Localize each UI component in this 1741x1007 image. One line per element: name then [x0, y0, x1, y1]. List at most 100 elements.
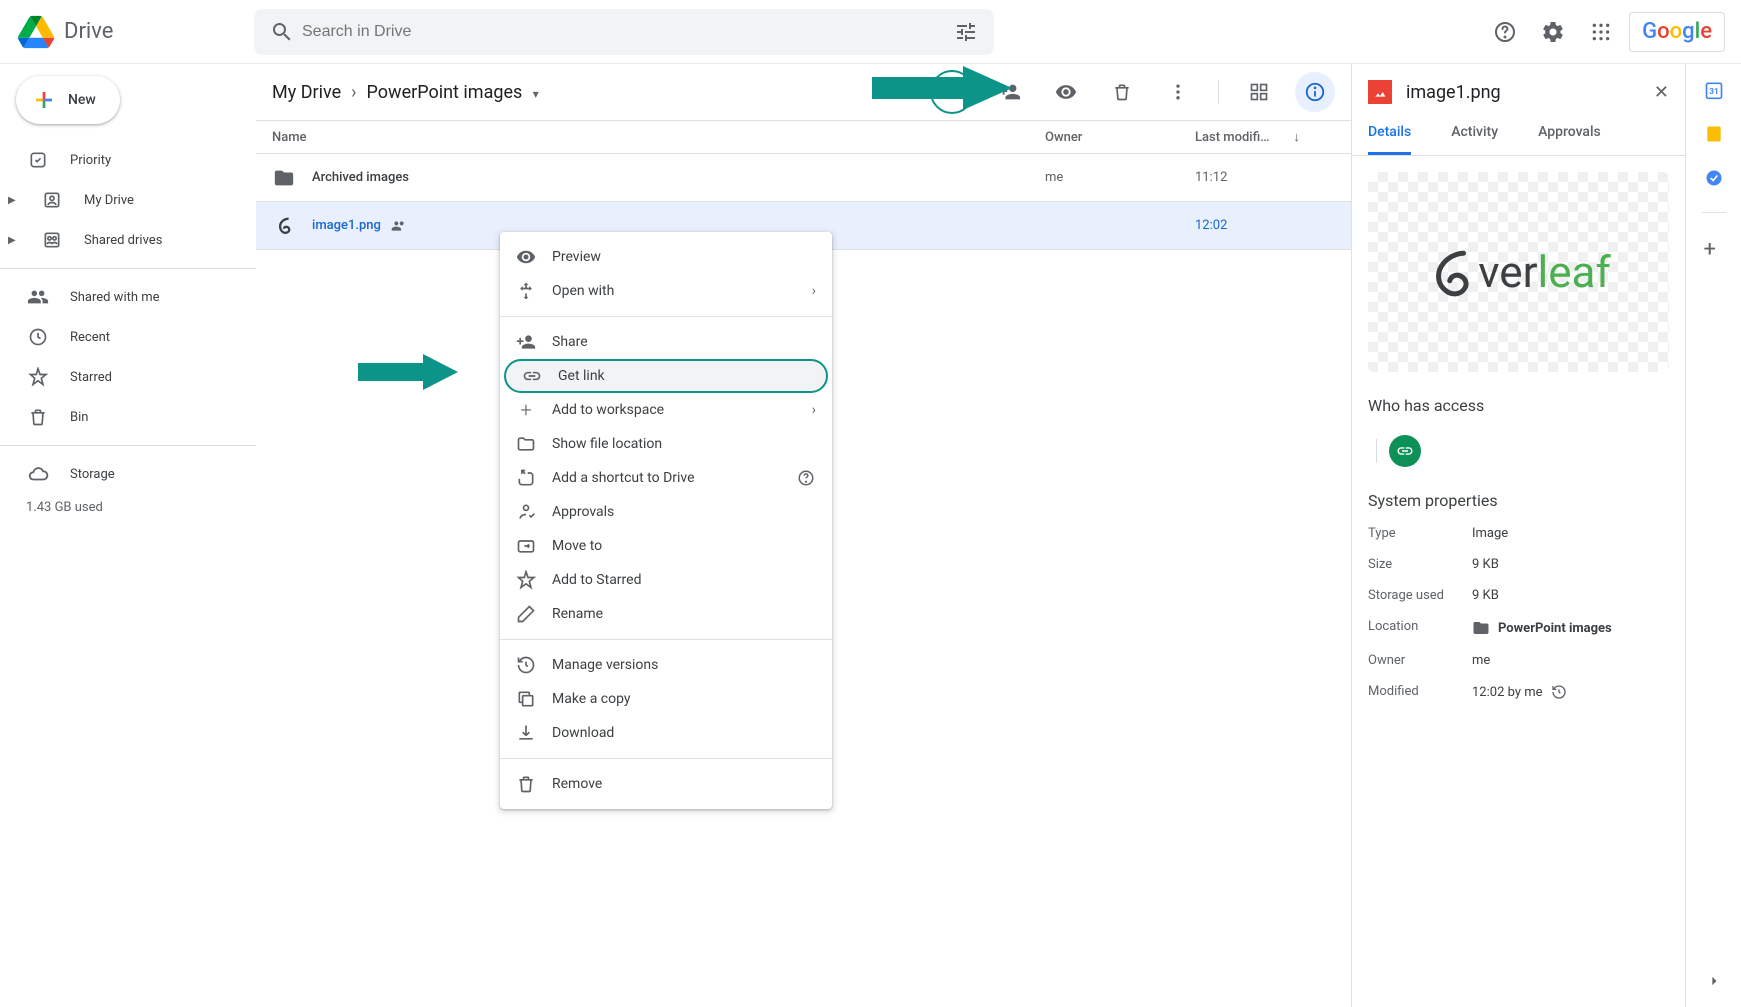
support-icon[interactable] — [1485, 12, 1525, 52]
chevron-right-icon: › — [351, 82, 356, 103]
nav-priority[interactable]: Priority — [0, 140, 256, 180]
menu-add-shortcut[interactable]: Add a shortcut to Drive — [500, 461, 832, 495]
logo-area[interactable]: Drive — [16, 12, 254, 52]
toolbar: My Drive › PowerPoint images ▾ — [256, 64, 1351, 120]
apps-grid-icon[interactable] — [1581, 12, 1621, 52]
table-row[interactable]: Archived images me 11:12 — [256, 154, 1351, 202]
link-access-icon[interactable] — [1389, 435, 1421, 467]
breadcrumb-root[interactable]: My Drive — [272, 82, 341, 103]
sort-arrow-down-icon: ↓ — [1293, 129, 1300, 145]
menu-download[interactable]: Download — [500, 716, 832, 750]
tab-approvals[interactable]: Approvals — [1538, 112, 1601, 155]
file-name: Archived images — [312, 170, 1045, 185]
my-drive-icon — [40, 188, 64, 212]
settings-gear-icon[interactable] — [1533, 12, 1573, 52]
menu-label: Approvals — [552, 504, 816, 520]
column-owner[interactable]: Owner — [1045, 130, 1195, 145]
annotation-arrow-link — [872, 66, 1012, 110]
preview-eye-icon[interactable] — [1046, 72, 1086, 112]
menu-get-link[interactable]: Get link — [504, 359, 828, 393]
menu-label: Make a copy — [552, 691, 816, 707]
star-icon — [516, 570, 536, 590]
history-icon[interactable] — [1551, 684, 1567, 700]
tab-activity[interactable]: Activity — [1451, 112, 1498, 155]
prop-type: Type Image — [1352, 518, 1685, 549]
menu-approvals[interactable]: Approvals — [500, 495, 832, 529]
info-icon[interactable] — [1295, 72, 1335, 112]
prop-modified: Modified 12:02 by me — [1352, 676, 1685, 708]
remove-icon — [516, 774, 536, 794]
tasks-icon[interactable] — [1704, 168, 1724, 188]
annotation-arrow-get-link — [358, 354, 458, 390]
prop-size: Size 9 KB — [1352, 549, 1685, 580]
collapse-rail-icon[interactable] — [1704, 971, 1724, 991]
overleaf-logo: verleaf — [1426, 246, 1611, 298]
menu-add-to-starred[interactable]: Add to Starred — [500, 563, 832, 597]
copy-icon — [516, 689, 536, 709]
menu-add-to-workspace[interactable]: + Add to workspace › — [500, 393, 832, 427]
leaf-icon — [1426, 247, 1476, 297]
menu-label: Manage versions — [552, 657, 816, 673]
search-icon[interactable] — [262, 12, 302, 52]
expand-icon[interactable]: ▶ — [8, 195, 20, 206]
menu-share[interactable]: Share — [500, 325, 832, 359]
search-bar[interactable] — [254, 9, 994, 55]
nav-storage[interactable]: Storage — [0, 454, 256, 494]
rail-divider — [1702, 212, 1726, 213]
menu-remove[interactable]: Remove — [500, 767, 832, 801]
nav-shared-with-me[interactable]: Shared with me — [0, 277, 256, 317]
preview-thumbnail[interactable]: verleaf — [1368, 172, 1669, 372]
breadcrumb-current[interactable]: PowerPoint images ▾ — [367, 82, 539, 103]
logo-text-over: ver — [1478, 246, 1537, 298]
nav-my-drive[interactable]: ▶ My Drive — [0, 180, 256, 220]
close-icon[interactable]: ✕ — [1654, 82, 1669, 103]
nav-label: Recent — [70, 330, 110, 345]
nav-recent[interactable]: Recent — [0, 317, 256, 357]
column-modified[interactable]: Last modifi… ↓ — [1195, 129, 1335, 145]
menu-label: Download — [552, 725, 816, 741]
context-menu: Preview Open with › Share Get link + Add… — [500, 232, 832, 809]
calendar-icon[interactable]: 31 — [1704, 80, 1724, 100]
link-icon — [522, 366, 542, 386]
menu-show-file-location[interactable]: Show file location — [500, 427, 832, 461]
details-header: image1.png ✕ — [1352, 64, 1685, 112]
menu-label: Rename — [552, 606, 816, 622]
nav-label: Priority — [70, 153, 111, 168]
menu-preview[interactable]: Preview — [500, 240, 832, 274]
breadcrumb: My Drive › PowerPoint images ▾ — [272, 82, 539, 103]
search-input[interactable] — [302, 23, 946, 41]
prop-value: 12:02 by me — [1472, 684, 1669, 700]
tab-details[interactable]: Details — [1368, 112, 1411, 155]
sidebar: New Priority ▶ My Drive ▶ Shared drives … — [0, 64, 256, 1007]
nav-label: Shared with me — [70, 290, 160, 305]
menu-open-with[interactable]: Open with › — [500, 274, 832, 308]
column-name[interactable]: Name — [272, 130, 1045, 145]
more-options-icon[interactable] — [1158, 72, 1198, 112]
right-rail: 31 + — [1685, 64, 1741, 1007]
google-account-logo[interactable]: Google — [1629, 12, 1725, 52]
menu-label: Share — [552, 334, 816, 350]
prop-storage: Storage used 9 KB — [1352, 580, 1685, 611]
tune-icon[interactable] — [946, 12, 986, 52]
delete-trash-icon[interactable] — [1102, 72, 1142, 112]
add-panel-icon[interactable]: + — [1704, 237, 1724, 257]
nav-starred[interactable]: Starred — [0, 357, 256, 397]
new-button[interactable]: New — [16, 76, 120, 124]
menu-rename[interactable]: Rename — [500, 597, 832, 631]
menu-label: Show file location — [552, 436, 816, 452]
expand-icon[interactable]: ▶ — [8, 235, 20, 246]
nav-bin[interactable]: Bin — [0, 397, 256, 437]
menu-move-to[interactable]: Move to — [500, 529, 832, 563]
keep-icon[interactable] — [1704, 124, 1724, 144]
menu-manage-versions[interactable]: Manage versions — [500, 648, 832, 682]
prop-label: Modified — [1368, 684, 1472, 700]
shared-drives-icon — [40, 228, 64, 252]
details-panel: image1.png ✕ Details Activity Approvals … — [1351, 64, 1685, 1007]
folder-outline-icon — [516, 434, 536, 454]
preview-icon — [516, 247, 536, 267]
menu-make-a-copy[interactable]: Make a copy — [500, 682, 832, 716]
grid-view-icon[interactable] — [1239, 72, 1279, 112]
prop-value[interactable]: PowerPoint images — [1472, 619, 1669, 637]
header-right: Google — [1485, 12, 1733, 52]
nav-shared-drives[interactable]: ▶ Shared drives — [0, 220, 256, 260]
